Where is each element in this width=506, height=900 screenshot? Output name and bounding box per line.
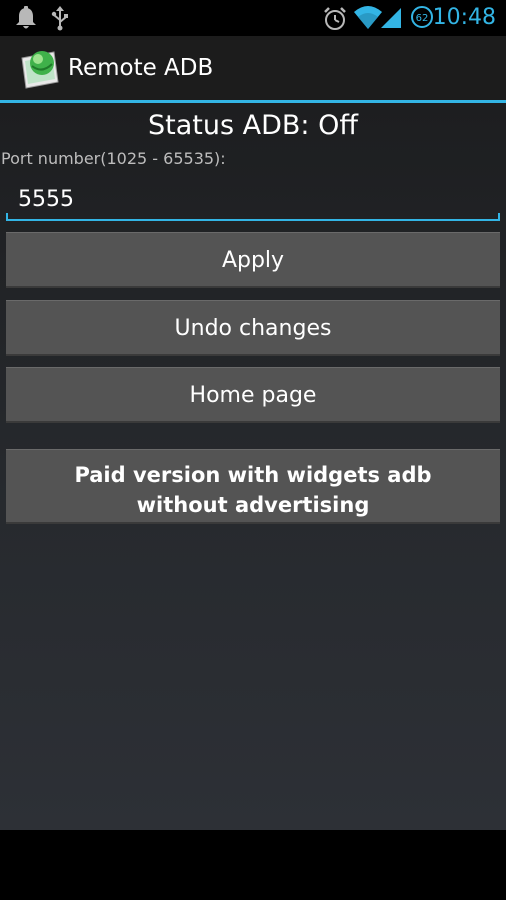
phone-screen: 62 10:48 Remote ADB Status ADB: Off Port… [0,0,506,900]
signal-icon [379,6,403,34]
main-content: Status ADB: Off Port number(1025 - 65535… [0,103,506,830]
port-number-input[interactable] [6,179,500,219]
notification-bell-icon [14,5,38,35]
alarm-clock-icon [322,6,348,36]
battery-level-text: 62 [416,13,429,24]
usb-icon [50,5,70,35]
adb-status-text: Status ADB: Off [148,110,358,141]
port-input-underline-left [6,213,8,221]
port-input-underline [6,219,500,221]
port-input-underline-right [498,213,500,221]
battery-icon: 62 [410,5,434,33]
bottom-black-area [0,830,506,900]
app-title: Remote ADB [68,55,214,81]
clock-time: 10:48 [432,5,496,30]
status-bar: 62 10:48 [0,0,506,36]
apply-button[interactable]: Apply [6,232,500,288]
undo-changes-button[interactable]: Undo changes [6,300,500,356]
remote-adb-app-icon[interactable] [18,46,62,94]
paid-version-button[interactable]: Paid version with widgets adb without ad… [6,449,500,524]
port-number-label: Port number(1025 - 65535): [1,149,226,168]
home-page-button[interactable]: Home page [6,367,500,423]
port-number-field[interactable] [6,179,500,221]
action-bar: Remote ADB [0,36,506,100]
